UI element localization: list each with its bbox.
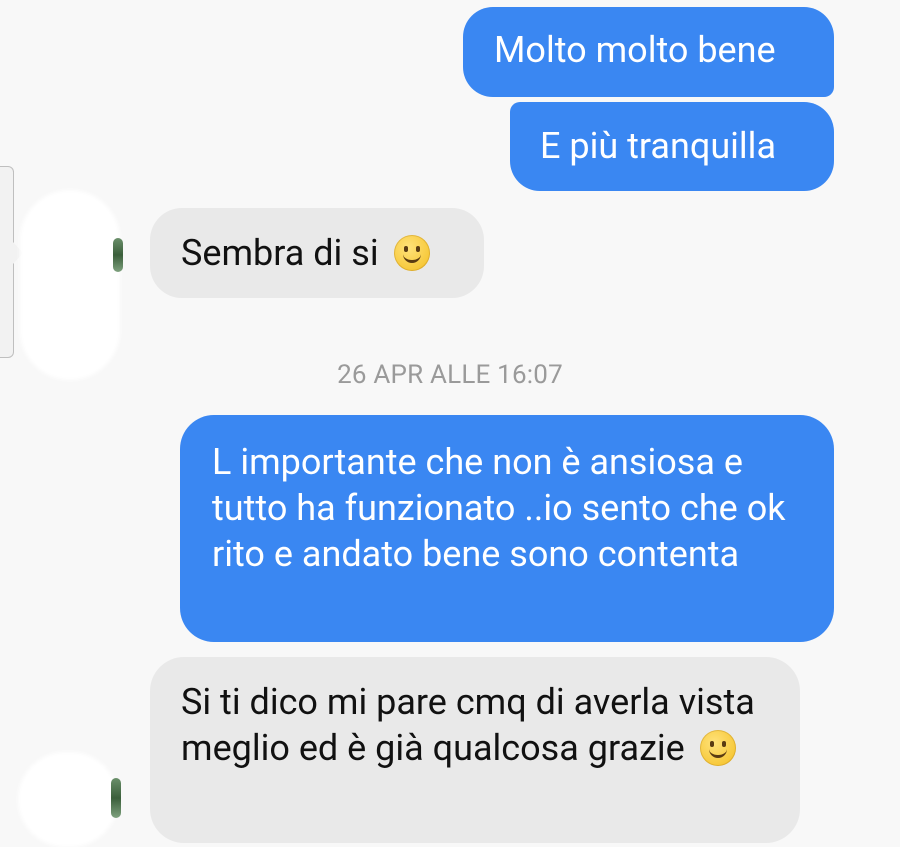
message-text: Sembra di si <box>181 232 379 274</box>
contact-avatar[interactable] <box>113 238 123 272</box>
slightly-smiling-face-icon <box>699 730 736 766</box>
message-text: Molto molto bene <box>494 29 776 71</box>
message-text: L importante che non è ansiosa e tutto h… <box>212 441 786 575</box>
outgoing-message-bubble[interactable]: Molto molto bene <box>463 7 834 97</box>
outgoing-message-bubble[interactable]: L importante che non è ansiosa e tutto h… <box>180 415 834 642</box>
incoming-message-bubble[interactable]: Sembra di si <box>150 208 484 298</box>
message-timestamp: 26 APR ALLE 16:07 <box>337 360 563 390</box>
side-drawer-handle[interactable] <box>0 166 14 358</box>
message-text: E più tranquilla <box>540 125 777 167</box>
contact-avatar-redacted <box>18 752 118 847</box>
slightly-smiling-face-icon <box>393 235 430 271</box>
contact-avatar-redacted <box>20 190 120 380</box>
contact-avatar[interactable] <box>111 778 121 818</box>
outgoing-message-bubble[interactable]: E più tranquilla <box>510 102 834 191</box>
message-text: Si ti dico mi pare cmq di averla vista m… <box>181 681 755 769</box>
incoming-message-bubble[interactable]: Si ti dico mi pare cmq di averla vista m… <box>150 657 800 843</box>
